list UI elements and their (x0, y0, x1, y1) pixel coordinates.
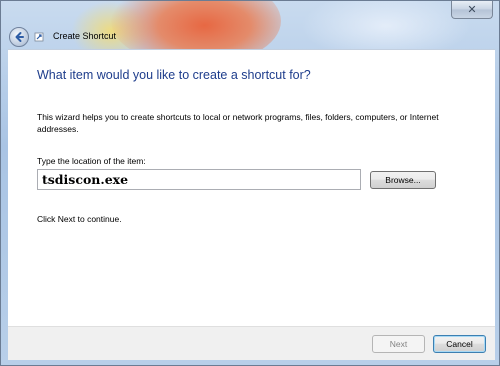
wizard-description: This wizard helps you to create shortcut… (37, 112, 439, 134)
browse-button[interactable]: Browse... (370, 171, 436, 189)
back-button[interactable] (9, 27, 29, 47)
wizard-footer: Next Cancel (8, 326, 495, 360)
cancel-button[interactable]: Cancel (433, 335, 486, 353)
continue-hint: Click Next to continue. (37, 214, 122, 224)
location-label: Type the location of the item: (37, 156, 146, 166)
close-button[interactable]: ✕ (451, 1, 493, 19)
back-arrow-icon (15, 32, 24, 42)
shortcut-wizard-icon (34, 32, 44, 42)
page-heading: What item would you like to create a sho… (37, 68, 311, 82)
next-button[interactable]: Next (372, 335, 425, 353)
location-input[interactable]: tsdiscon.exe (37, 169, 361, 190)
window-title: Create Shortcut (53, 31, 117, 41)
create-shortcut-window: ✕ Create Shortcut What item would you li… (0, 0, 500, 366)
wizard-content: What item would you like to create a sho… (8, 49, 495, 326)
close-icon: ✕ (467, 3, 477, 16)
